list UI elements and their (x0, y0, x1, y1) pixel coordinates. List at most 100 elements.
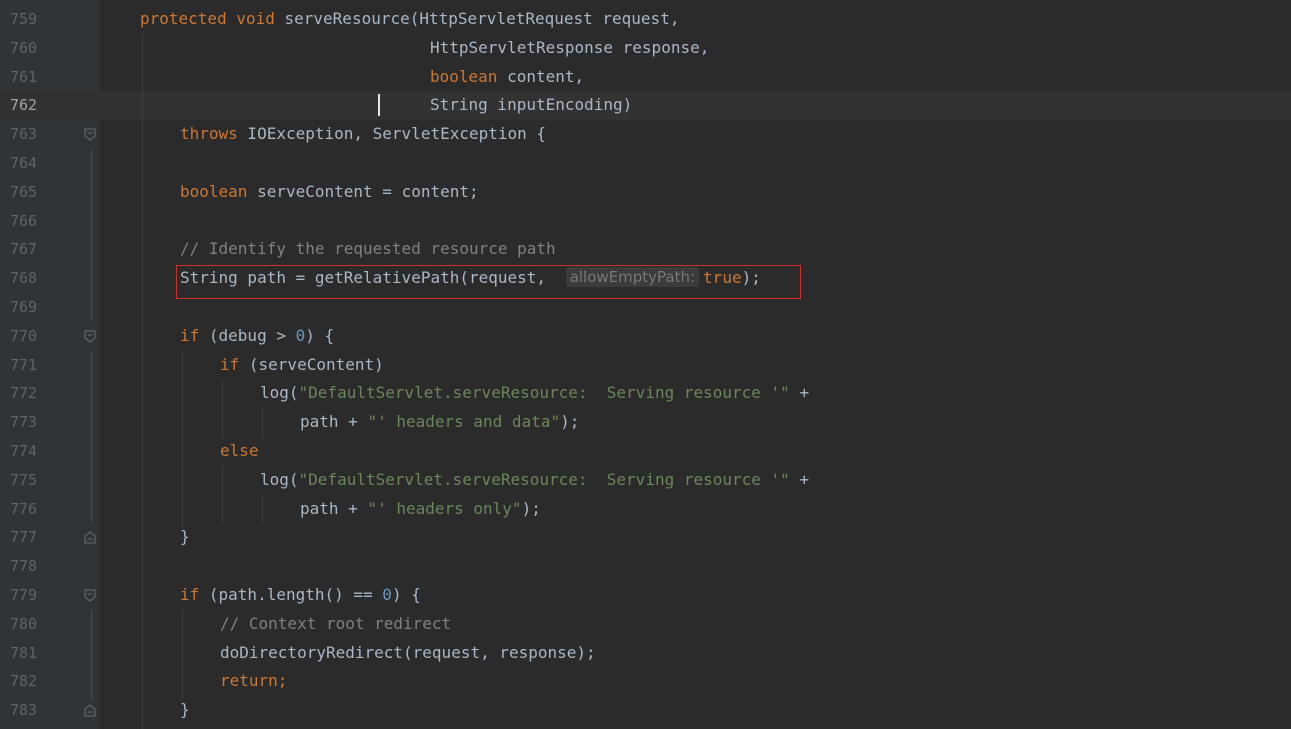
keyword: void (236, 9, 275, 28)
code-text: (path.length() == (199, 584, 383, 604)
fold-end-icon[interactable] (84, 531, 96, 544)
line-number: 767 (10, 240, 38, 259)
code-line-764[interactable]: 764 (0, 149, 1291, 178)
code-line-782[interactable]: 782 return; (0, 667, 1291, 696)
keyword: if (220, 354, 240, 374)
code-text: (debug > (199, 325, 296, 345)
line-number: 762 (10, 96, 38, 115)
code-line-771[interactable]: 771 if (serveContent) (0, 351, 1291, 380)
line-number: 774 (10, 441, 38, 460)
code-line-770[interactable]: 770 if (debug > 0) { (0, 322, 1291, 351)
line-number: 759 (10, 10, 38, 28)
code-text: path + (300, 412, 368, 432)
fold-marker-icon[interactable] (84, 128, 96, 141)
indent-guide (262, 494, 263, 524)
code-line-773[interactable]: 773 path + "' headers and data"); (0, 408, 1291, 437)
code-lines[interactable]: 759 protected void serveResource(HttpSer… (0, 5, 1291, 725)
code-text: + (789, 469, 810, 489)
line-number: 765 (10, 182, 38, 201)
indent-guide (91, 150, 92, 320)
keyword: if (180, 584, 200, 604)
code-text: String inputEncoding) (430, 95, 633, 115)
code-text: path + (300, 498, 368, 518)
keyword: boolean (430, 66, 498, 86)
string-literal: "DefaultServlet.serveResource: Serving r… (298, 383, 790, 403)
line-number: 768 (10, 269, 38, 288)
comment: // Identify the requested resource path (180, 239, 556, 259)
number-literal: 0 (382, 584, 392, 604)
line-number: 769 (10, 297, 38, 316)
code-text: serveContent = content; (247, 181, 479, 201)
indent-guide (262, 408, 263, 438)
line-number: 775 (10, 470, 38, 489)
code-text: ); (560, 412, 580, 432)
code-text: content, (497, 66, 585, 86)
line-number: 778 (10, 557, 38, 576)
code-text: IOException, ServletException { (237, 124, 547, 144)
line-number: 783 (10, 701, 38, 720)
code-text: HttpServletResponse response, (430, 37, 710, 57)
code-line-781[interactable]: 781 doDirectoryRedirect(request, respons… (0, 639, 1291, 668)
line-number: 773 (10, 413, 38, 432)
code-text: log( (260, 469, 299, 489)
indent-guide (222, 380, 223, 438)
code-line-759[interactable]: 759 protected void serveResource(HttpSer… (0, 5, 1291, 34)
number-literal: 0 (295, 325, 306, 345)
keyword: boolean (180, 181, 248, 201)
indent-guide (91, 610, 92, 700)
fold-marker-icon[interactable] (84, 330, 96, 343)
line-number: 779 (10, 585, 38, 604)
code-line-777[interactable]: 777 } (0, 523, 1291, 552)
line-number: 770 (10, 326, 38, 345)
code-line-767[interactable]: 767 // Identify the requested resource p… (0, 235, 1291, 264)
fold-end-icon[interactable] (84, 704, 96, 717)
line-number: 760 (10, 38, 38, 57)
code-line-780[interactable]: 780 // Context root redirect (0, 610, 1291, 639)
code-line-761[interactable]: 761 boolean content, (0, 63, 1291, 92)
code-text: serveResource(HttpServletRequest request… (274, 9, 680, 28)
code-editor[interactable]: 759 protected void serveResource(HttpSer… (0, 0, 1291, 729)
code-line-783[interactable]: 783 } (0, 696, 1291, 725)
code-text: ); (521, 498, 541, 518)
line-number: 781 (10, 643, 38, 662)
string-literal: "DefaultServlet.serveResource: Serving r… (298, 469, 790, 489)
code-text: doDirectoryRedirect(request, response); (220, 642, 596, 662)
code-line-775[interactable]: 775 log("DefaultServlet.serveResource: S… (0, 466, 1291, 495)
code-line-776[interactable]: 776 path + "' headers only"); (0, 495, 1291, 524)
code-line-772[interactable]: 772 log("DefaultServlet.serveResource: S… (0, 379, 1291, 408)
line-number: 764 (10, 153, 38, 172)
line-number: 761 (10, 67, 38, 86)
code-line-762-current[interactable]: 762 String inputEncoding) (0, 91, 1291, 121)
line-number: 777 (10, 528, 38, 547)
code-line-778[interactable]: 778 (0, 552, 1291, 581)
indent-guide (182, 609, 183, 699)
indent-guide (222, 466, 223, 524)
keyword: return (220, 671, 278, 691)
code-line-763[interactable]: 763 throws IOException, ServletException… (0, 120, 1291, 149)
comment: // Context root redirect (220, 613, 452, 633)
indent-guide (182, 350, 183, 528)
keyword: protected (140, 9, 227, 28)
code-text: ; (277, 671, 288, 691)
code-text: } (180, 700, 190, 720)
code-text: log( (260, 383, 299, 403)
fold-marker-icon[interactable] (84, 589, 96, 602)
indent-guide (91, 352, 92, 522)
code-line-760[interactable]: 760 HttpServletResponse response, (0, 34, 1291, 63)
code-text: + (789, 383, 810, 403)
code-line-766[interactable]: 766 (0, 207, 1291, 236)
code-line-774[interactable]: 774 else (0, 437, 1291, 466)
code-line-779[interactable]: 779 if (path.length() == 0) { (0, 581, 1291, 610)
code-text: ) { (391, 584, 421, 604)
line-number: 766 (10, 211, 38, 230)
keyword: throws (180, 124, 238, 144)
line-number: 771 (10, 355, 38, 374)
string-literal: "' headers and data" (367, 412, 561, 432)
line-number: 780 (10, 614, 38, 633)
indent-guide (142, 34, 143, 729)
line-number: 763 (10, 125, 38, 144)
code-line-765[interactable]: 765 boolean serveContent = content; (0, 178, 1291, 207)
line-number: 782 (10, 672, 38, 691)
keyword: else (220, 440, 259, 460)
highlight-box (176, 265, 801, 299)
